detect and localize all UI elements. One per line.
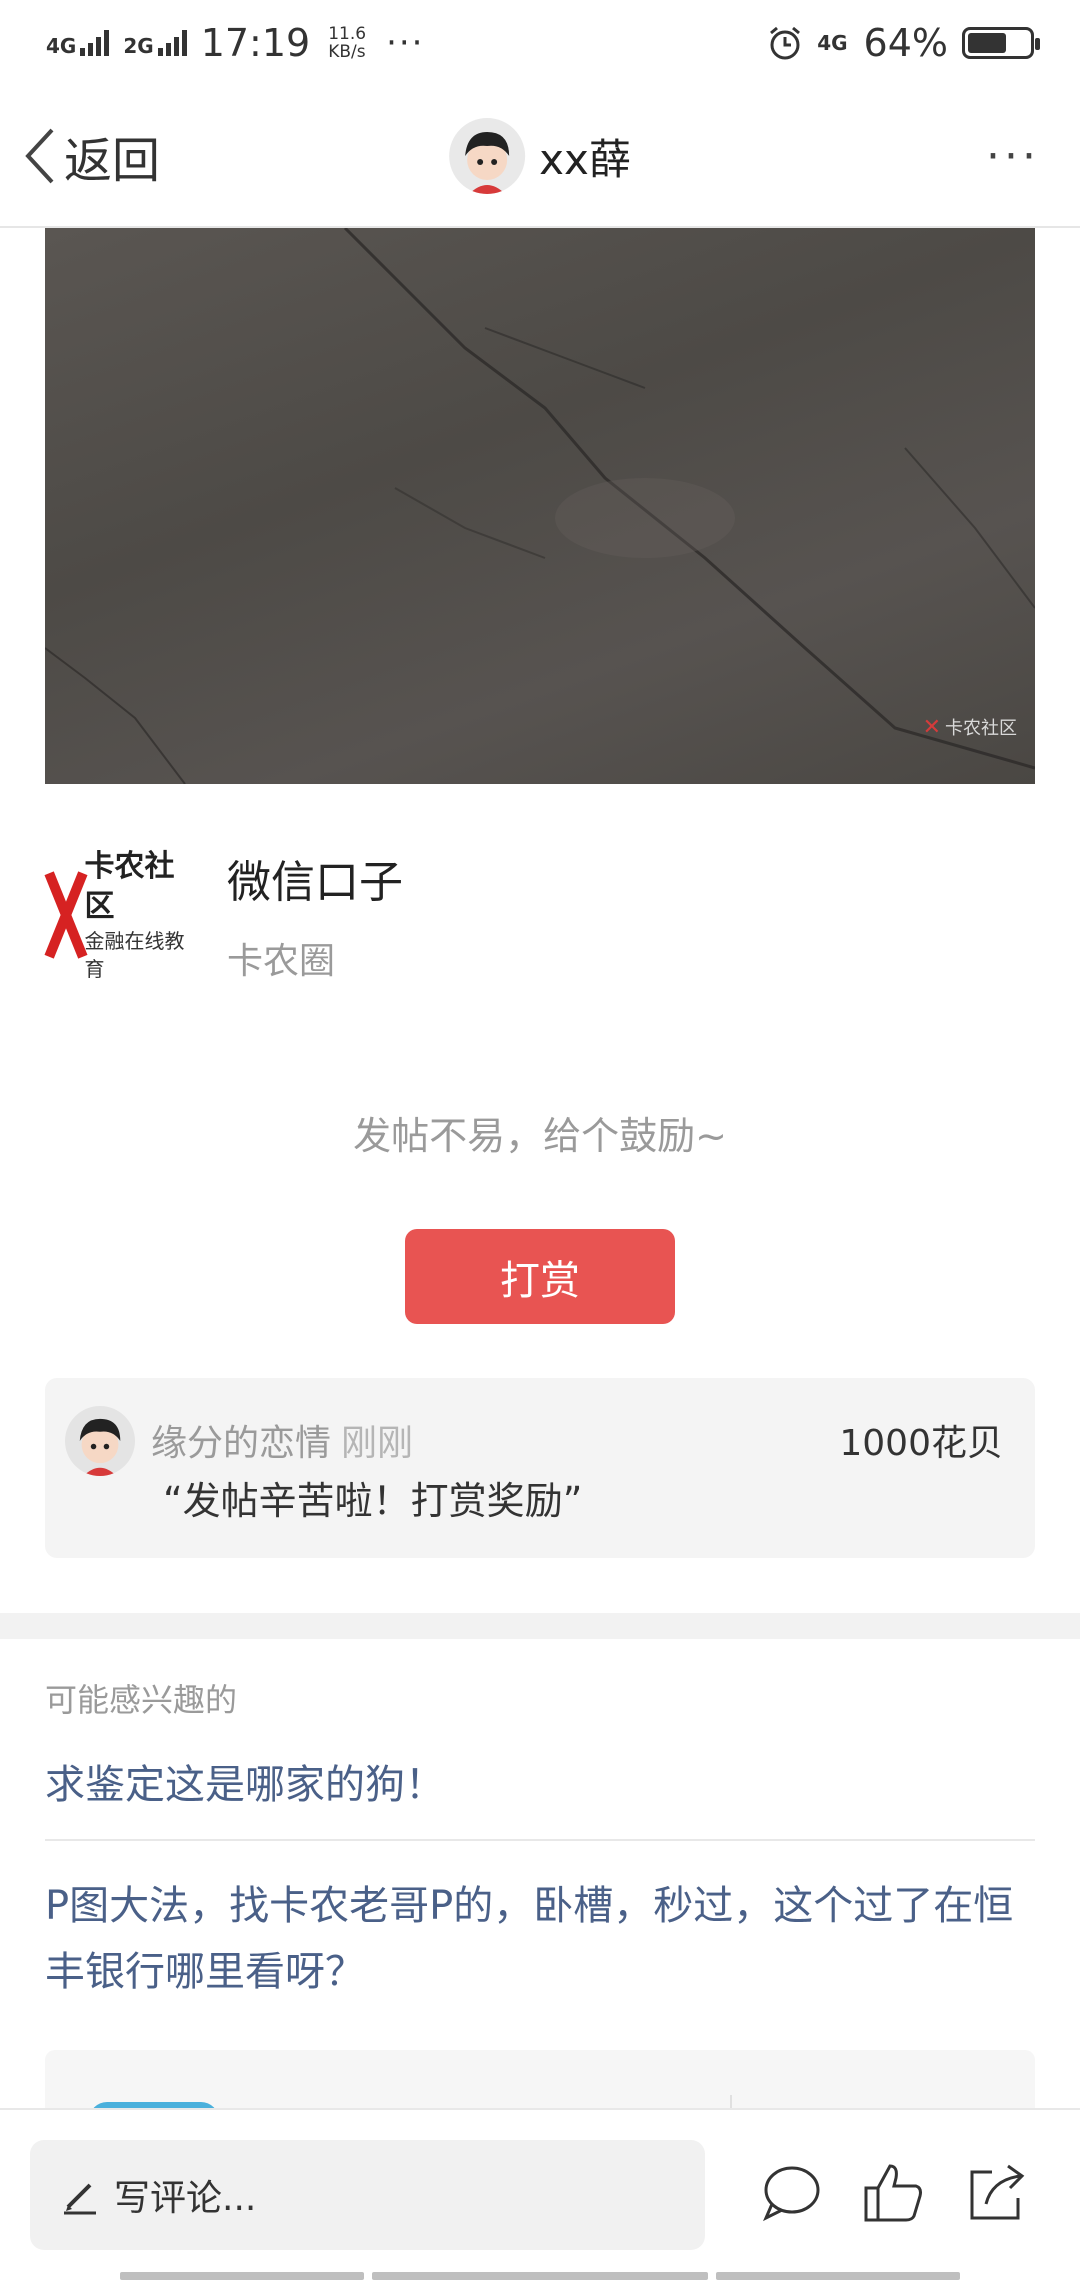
divider	[45, 1839, 1035, 1841]
circle-card[interactable]: 卡农社区 金融在线教育 微信口子 卡农圈	[45, 840, 1035, 990]
reward-record: 缘分的恋情 刚刚 1000花贝 “发帖辛苦啦！打赏奖励”	[45, 1378, 1035, 1558]
back-button[interactable]: 返回	[22, 121, 160, 191]
reward-user: 缘分的恋情 刚刚	[151, 1414, 413, 1466]
battery-fill	[968, 33, 1007, 53]
card-title: 微信口子	[227, 857, 403, 908]
image-texture	[45, 228, 1035, 784]
recommend-item[interactable]: P图大法，找卡农老哥P的，卧槽，秒过，这个过了在恒丰银行哪里看呀？	[45, 1873, 1035, 2005]
network-type-1: 4G	[46, 34, 77, 58]
recommend-title: 可能感兴趣的	[45, 1681, 238, 1719]
card-subtitle: 卡农圈	[227, 941, 336, 982]
comment-icon[interactable]	[756, 2158, 826, 2228]
avatar[interactable]	[65, 1406, 135, 1476]
alarm-icon	[770, 26, 801, 60]
comment-placeholder: 写评论...	[114, 2178, 257, 2219]
logo-text-main: 卡农社区	[84, 849, 175, 924]
nav-bar: 返回 xx薛 ···	[0, 86, 1080, 228]
speed-value: 11.6	[328, 24, 367, 44]
status-right: 4G 64%	[767, 21, 1040, 65]
author-info[interactable]: xx薛	[449, 118, 631, 194]
status-bar: 4G 2G 17:19 11.6 KB/s ··· 4G 64%	[0, 0, 1080, 86]
watermark-text: 卡农社区	[945, 718, 1017, 739]
section-divider	[0, 1613, 1080, 1639]
watermark-logo-icon: ✕	[922, 714, 941, 740]
network-type-3: 4G	[817, 31, 848, 55]
avatar[interactable]	[449, 118, 526, 194]
back-label: 返回	[64, 133, 161, 189]
clock: 17:19	[200, 21, 311, 65]
logo-text-sub: 金融在线教育	[84, 929, 185, 981]
battery-icon	[962, 27, 1040, 59]
reward-button[interactable]: 打赏	[405, 1229, 675, 1324]
signal-icon-1: 4G	[46, 30, 110, 58]
share-icon[interactable]	[962, 2158, 1032, 2228]
watermark: ✕ 卡农社区	[923, 714, 1017, 740]
logo-mark-icon	[45, 870, 81, 960]
signal-icon-2: 2G	[123, 30, 187, 58]
network-type-2: 2G	[123, 34, 154, 58]
system-nav-handle	[716, 2272, 960, 2280]
speed-unit: KB/s	[328, 42, 366, 62]
pencil-icon	[64, 2183, 96, 2215]
circle-logo: 卡农社区 金融在线教育	[45, 842, 191, 988]
bottom-action-bar: 写评论...	[0, 2108, 1080, 2280]
reward-user-name[interactable]: 缘分的恋情	[151, 1423, 331, 1464]
notification-more-icon: ···	[386, 23, 425, 63]
encourage-text: 发帖不易，给个鼓励~	[353, 1114, 727, 1158]
chevron-left-icon	[25, 128, 54, 184]
author-name: xx薛	[539, 134, 631, 184]
post-image[interactable]: ✕ 卡农社区	[45, 228, 1035, 784]
battery-percent: 64%	[863, 21, 948, 65]
system-nav-handle	[120, 2272, 364, 2280]
reward-amount: 1000花贝	[839, 1423, 1003, 1464]
system-nav-handle	[372, 2272, 708, 2280]
network-speed: 11.6 KB/s	[328, 25, 366, 61]
like-icon[interactable]	[858, 2158, 928, 2228]
more-options-icon[interactable]: ···	[986, 131, 1058, 182]
comment-input[interactable]: 写评论...	[30, 2140, 705, 2250]
recommend-item[interactable]: 求鉴定这是哪家的狗！	[45, 1752, 1035, 1810]
reward-message: “发帖辛苦啦！打赏奖励”	[163, 1479, 583, 1523]
status-left: 4G 2G 17:19 11.6 KB/s ···	[46, 21, 425, 65]
reward-time: 刚刚	[341, 1423, 414, 1464]
